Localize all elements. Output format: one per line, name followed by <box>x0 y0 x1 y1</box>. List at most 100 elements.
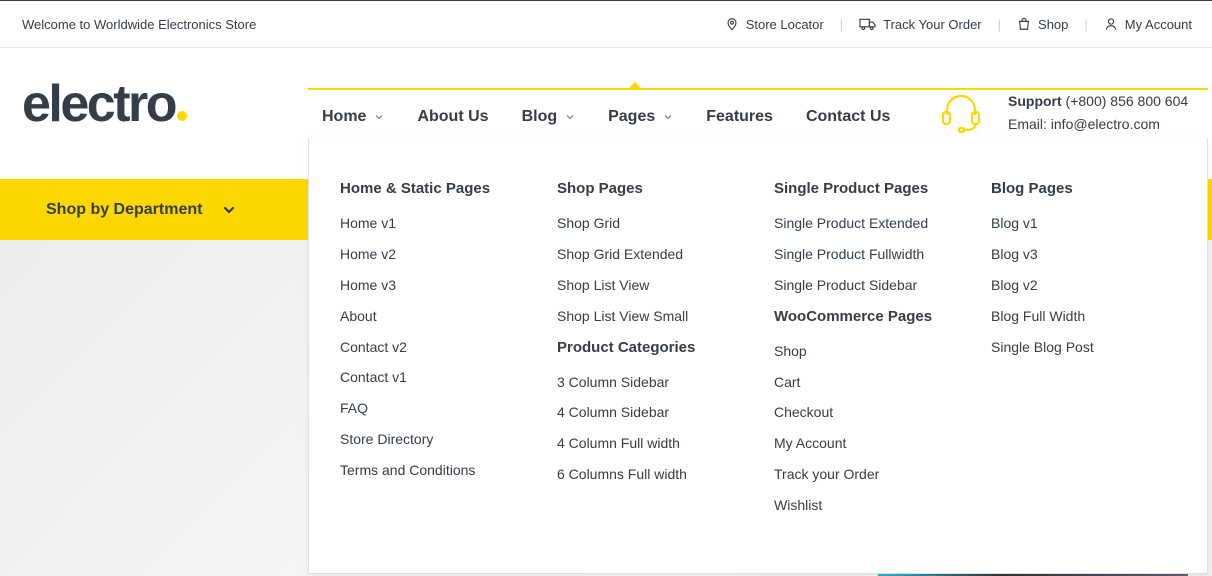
mega-menu-link[interactable]: Single Blog Post <box>991 337 1094 368</box>
track-order-label: Track Your Order <box>883 16 982 32</box>
shopping-bag-icon <box>1019 17 1030 30</box>
mega-menu-link[interactable]: Home v2 <box>340 244 490 275</box>
mega-menu-group: Blog Pages Blog v1 Blog v3 Blog v2 Blog Full… <box>991 180 1094 367</box>
mega-menu-link[interactable]: Home v3 <box>340 275 490 306</box>
mega-menu-list: 3 Column Sidebar 4 Column Sidebar 4 Column… <box>557 372 695 496</box>
mega-menu-link[interactable]: Single Product Extended <box>774 213 932 244</box>
mega-menu-link[interactable]: Shop Grid Extended <box>557 244 695 275</box>
mega-menu-link[interactable]: FAQ <box>340 398 490 429</box>
mega-menu-link[interactable]: Shop <box>774 341 932 372</box>
mega-menu-link[interactable]: Contact v1 <box>340 367 490 398</box>
mega-menu-heading: WooCommerce Pages <box>774 307 933 325</box>
track-order-link[interactable]: Track Your Order <box>859 17 982 32</box>
nav-features-label: Features <box>706 107 773 125</box>
nav-active-underline <box>308 88 1208 90</box>
nav-contact-us[interactable]: Contact Us <box>792 82 909 137</box>
mega-menu-group: Shop Pages Shop Grid Shop Grid Extended Sho… <box>557 180 695 337</box>
store-locator-label: Store Locator <box>745 16 824 32</box>
mega-menu-heading: Single Product Pages <box>774 180 929 197</box>
headset-icon <box>941 94 981 134</box>
mega-menu-link[interactable]: Store Directory <box>340 429 490 460</box>
mega-menu-group: Product Categories 3 Column Sidebar 4 Colu… <box>557 339 695 496</box>
nav-pages-label: Pages <box>608 107 656 125</box>
chevron-down-icon <box>566 115 574 120</box>
mega-menu-link[interactable]: Contact v2 <box>340 337 490 368</box>
mega-menu-link[interactable]: Shop Grid <box>557 213 695 244</box>
shop-label: Shop <box>1038 16 1069 32</box>
support-phone-line: Support (+800) 856 800 604 <box>1008 90 1188 113</box>
mega-menu-link[interactable]: 6 Columns Full width <box>557 464 695 495</box>
nav-blog[interactable]: Blog <box>508 82 595 137</box>
chevron-down-icon <box>664 115 672 120</box>
separator: | <box>1084 16 1088 32</box>
mega-menu-heading: Home & Static Pages <box>340 180 491 197</box>
truck-icon <box>859 18 876 31</box>
nav-home[interactable]: Home <box>308 82 403 137</box>
separator: | <box>997 16 1002 32</box>
mega-menu-link[interactable]: 4 Column Sidebar <box>557 402 695 433</box>
logo-text: electro <box>22 75 178 133</box>
mega-menu-link[interactable]: Single Product Sidebar <box>774 275 932 306</box>
mega-menu-list: Blog v1 Blog v3 Blog v2 Blog Full Width Sing… <box>991 213 1094 367</box>
top-bar: Welcome to Worldwide Electronics Store S… <box>0 0 1212 48</box>
mega-menu-link[interactable]: Single Product Fullwidth <box>774 244 932 275</box>
mega-menu-link[interactable]: About <box>340 306 490 337</box>
pages-mega-menu: Home & Static Pages Home v1 Home v2 Home v3… <box>308 138 1208 574</box>
mega-menu-link[interactable]: Wishlist <box>774 495 932 526</box>
shop-by-department-button[interactable]: Shop by Department <box>46 179 236 240</box>
mega-menu-group: WooCommerce Pages Shop Cart Checkout My Acco… <box>774 308 932 526</box>
nav-about-us-label: About Us <box>417 107 489 125</box>
user-icon <box>1105 18 1117 30</box>
shop-by-department-label: Shop by Department <box>46 200 203 218</box>
mega-menu-list: Home v1 Home v2 Home v3 About Contact v2 Cont… <box>340 213 490 491</box>
support-block: Support (+800) 856 800 604 Email: info@e… <box>940 90 1188 136</box>
support-phone[interactable]: (+800) 856 800 604 <box>1066 93 1189 109</box>
nav-about-us[interactable]: About Us <box>403 82 507 137</box>
shop-link[interactable]: Shop <box>1017 17 1068 32</box>
mega-menu-group: Single Product Pages Single Product Exten… <box>774 180 932 306</box>
mega-menu-link[interactable]: Home v1 <box>340 213 490 244</box>
mega-menu-heading: Shop Pages <box>557 180 643 197</box>
mega-menu-heading: Blog Pages <box>991 180 1073 197</box>
nav-blog-label: Blog <box>521 107 558 125</box>
mega-menu-link[interactable]: Cart <box>774 372 932 403</box>
mega-menu-list: Single Product Extended Single Product Fu… <box>774 213 932 306</box>
mega-menu-link[interactable]: 3 Column Sidebar <box>557 372 695 403</box>
nav-home-label: Home <box>322 107 367 125</box>
nav-pages[interactable]: Pages <box>594 82 692 137</box>
mega-menu-link[interactable]: Checkout <box>774 402 932 433</box>
nav-contact-us-label: Contact Us <box>805 107 891 125</box>
main-nav: Home About Us Blog Pages Features Contac… <box>308 82 909 137</box>
chevron-down-icon <box>375 115 383 120</box>
mega-menu-link[interactable]: Blog v2 <box>991 275 1094 306</box>
mega-menu-link[interactable]: 4 Column Full width <box>557 433 695 464</box>
mega-menu-column: Home & Static Pages Home v1 Home v2 Home v3… <box>340 180 490 491</box>
nav-active-caret <box>629 82 641 88</box>
mega-menu-column: Single Product Pages Single Product Exten… <box>774 180 932 526</box>
chevron-down-icon <box>224 206 235 214</box>
mega-menu-link[interactable]: Blog v3 <box>991 244 1094 275</box>
mega-menu-link[interactable]: Shop List View <box>557 275 695 306</box>
welcome-message: Welcome to Worldwide Electronics Store <box>22 16 257 32</box>
mega-menu-link[interactable]: Blog Full Width <box>991 306 1094 337</box>
nav-features[interactable]: Features <box>692 82 792 137</box>
site-logo[interactable]: electro <box>22 75 188 133</box>
logo-dot <box>177 111 188 121</box>
map-pin-icon <box>727 18 737 31</box>
mega-menu-link[interactable]: My Account <box>774 433 932 464</box>
mega-menu-link[interactable]: Shop List View Small <box>557 306 695 337</box>
store-locator-link[interactable]: Store Locator <box>725 17 824 32</box>
top-bar-links: Store Locator | Track Your Order | Shop … <box>725 17 1192 32</box>
mega-menu-link[interactable]: Track your Order <box>774 464 932 495</box>
support-label: Support <box>1008 93 1062 109</box>
separator: | <box>839 16 844 32</box>
mega-menu-link[interactable]: Terms and Conditions <box>340 460 490 491</box>
mega-menu-link[interactable]: Blog v1 <box>991 213 1094 244</box>
mega-menu-column: Blog Pages Blog v1 Blog v3 Blog v2 Blog Full… <box>991 180 1094 367</box>
mega-menu-list: Shop Cart Checkout My Account Track your Ord… <box>774 341 932 526</box>
my-account-label: My Account <box>1124 16 1192 32</box>
mega-menu-group: Home & Static Pages Home v1 Home v2 Home v3… <box>340 180 490 491</box>
my-account-link[interactable]: My Account <box>1104 17 1192 32</box>
support-text: Support (+800) 856 800 604 Email: info@e… <box>1008 90 1188 136</box>
support-email[interactable]: Email: info@electro.com <box>1008 113 1188 136</box>
